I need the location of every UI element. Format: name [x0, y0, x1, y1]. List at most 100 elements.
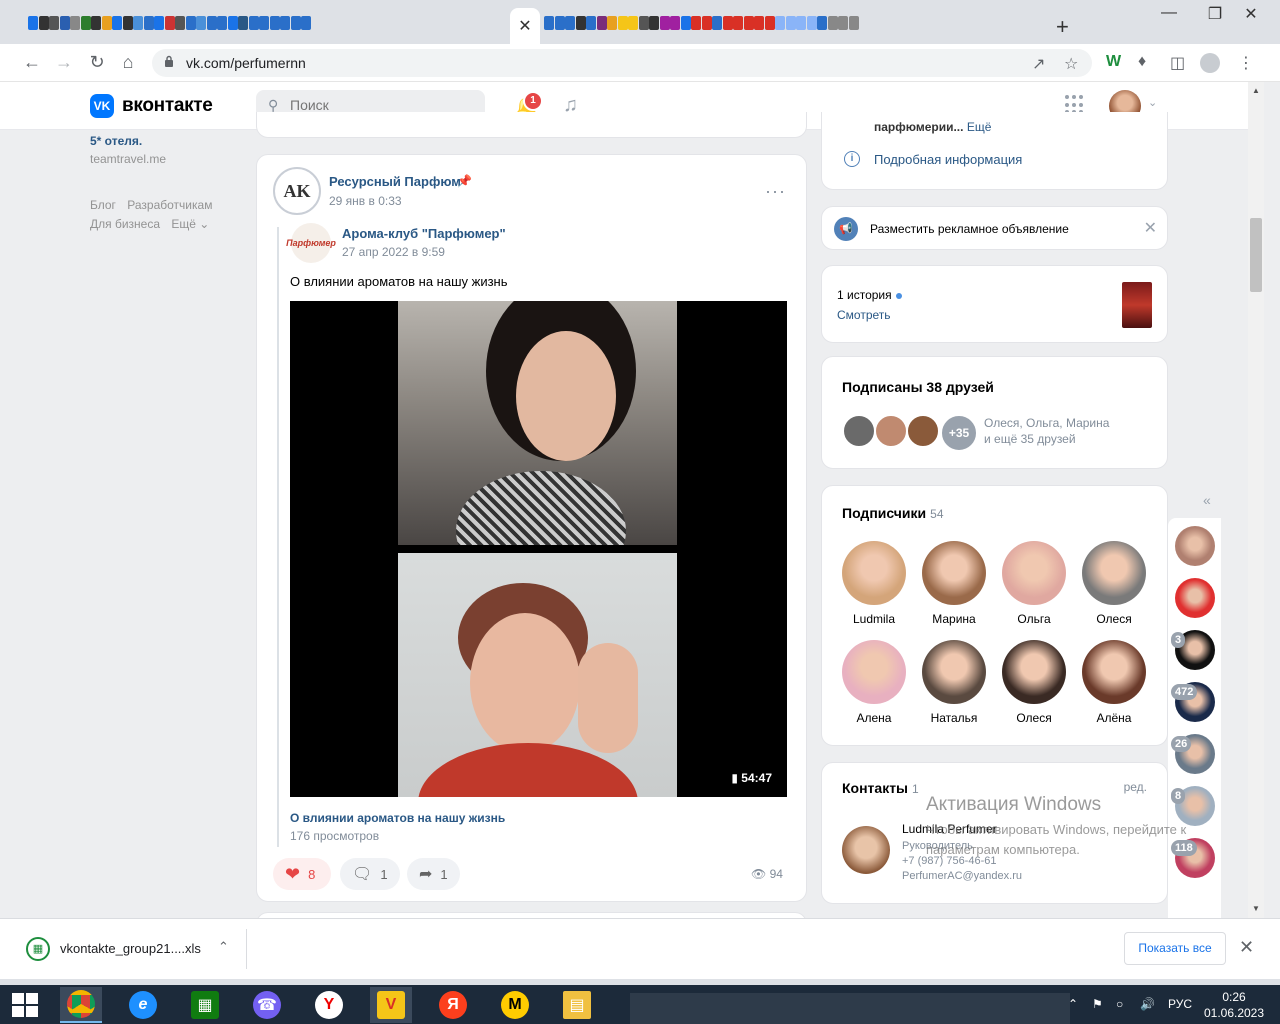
friend-avatar[interactable] [842, 414, 876, 448]
video-title-link[interactable]: О влиянии ароматов на нашу жизнь [290, 811, 505, 825]
subscriber-item[interactable]: Олеся [1074, 541, 1154, 626]
tab-favicons-right[interactable] [544, 16, 859, 38]
ad-hotel-text[interactable]: 5* отеля. [90, 134, 240, 148]
tab-favicon[interactable] [691, 16, 701, 30]
taskbar-yandex-browser[interactable]: Y [308, 987, 350, 1023]
video-player[interactable]: ▮ 54:47 [290, 301, 787, 797]
tab-favicon[interactable] [554, 16, 565, 30]
tab-favicon[interactable] [638, 16, 649, 30]
taskbar-market[interactable]: M [494, 987, 536, 1023]
close-tab-icon[interactable]: ✕ [518, 16, 531, 36]
tab-favicon[interactable] [301, 16, 311, 30]
link-developers[interactable]: Разработчикам [127, 198, 212, 212]
profile-avatar-icon[interactable] [1200, 53, 1220, 73]
contact-avatar[interactable] [842, 826, 890, 874]
tab-favicon[interactable] [80, 16, 91, 30]
tab-favicon[interactable] [217, 16, 227, 30]
share-icon[interactable]: ↗ [1032, 54, 1045, 74]
tab-favicon[interactable] [827, 16, 838, 30]
taskbar-store[interactable]: ▦ [184, 987, 226, 1023]
tab-favicon[interactable] [733, 16, 743, 30]
extensions-puzzle-icon[interactable]: ♦ [1138, 53, 1146, 71]
taskbar-app-v[interactable]: V [370, 987, 412, 1023]
contacts-edit-link[interactable]: ред. [1124, 780, 1147, 794]
tab-favicon[interactable] [817, 16, 827, 30]
close-window-icon[interactable]: ✕ [1228, 4, 1274, 24]
chevron-down-icon[interactable]: ⌄ [1148, 96, 1157, 109]
spreadsheet-file-icon[interactable]: ▦ [26, 937, 50, 961]
tab-favicon[interactable] [743, 16, 754, 30]
tab-favicon[interactable] [259, 16, 269, 30]
windows-start-icon[interactable] [12, 993, 38, 1017]
details-link[interactable]: Подробная информация [874, 152, 1022, 167]
tab-favicon[interactable] [175, 16, 185, 30]
tab-favicon[interactable] [617, 16, 628, 30]
friend-avatar[interactable] [874, 414, 908, 448]
subscriber-item[interactable]: Марина [914, 541, 994, 626]
tab-favicon[interactable] [649, 16, 659, 30]
menu-kebab-icon[interactable]: ⋮ [1238, 53, 1254, 73]
post-author-name[interactable]: Ресурсный Парфюм [329, 174, 461, 189]
chat-avatar[interactable] [1175, 526, 1215, 566]
system-clock[interactable]: 0:26 01.06.2023 [1202, 989, 1266, 1021]
subscriber-item[interactable]: Олеся [994, 640, 1074, 725]
like-button[interactable]: ❤ 8 [273, 858, 331, 890]
subscribers-title[interactable]: Подписчики 54 [842, 505, 944, 521]
tab-favicon[interactable] [806, 16, 817, 30]
description-more-link[interactable]: Ещё [967, 120, 992, 134]
tab-favicon[interactable] [185, 16, 196, 30]
subscriber-item[interactable]: Алена [834, 640, 914, 725]
tab-favicon[interactable] [785, 16, 796, 30]
tray-chevron-icon[interactable]: ⌃ [1068, 997, 1078, 1011]
tab-favicon[interactable] [670, 16, 680, 30]
search-input[interactable] [290, 97, 470, 113]
share-button[interactable]: ➦ 1 [407, 858, 460, 890]
tab-favicon[interactable] [607, 16, 617, 30]
tab-favicon[interactable] [544, 16, 554, 30]
url-text[interactable]: vk.com/perfumernn [186, 55, 306, 71]
scroll-down-icon[interactable]: ▼ [1252, 904, 1260, 913]
ad-card[interactable]: 📢 Разместить рекламное объявление ✕ [821, 206, 1168, 250]
tab-favicon[interactable] [133, 16, 143, 30]
tab-favicon[interactable] [164, 16, 175, 30]
subscriber-item[interactable]: Ludmila [834, 541, 914, 626]
stories-card[interactable]: 1 история Смотреть [821, 265, 1168, 343]
new-tab-button[interactable]: + [1056, 14, 1069, 40]
page-scrollbar[interactable]: ▲ ▼ [1248, 82, 1264, 918]
back-icon[interactable]: ← [20, 52, 44, 73]
tab-favicon[interactable] [586, 16, 596, 30]
subscriber-item[interactable]: Алёна [1074, 640, 1154, 725]
tab-favicon[interactable] [49, 16, 59, 30]
network-icon[interactable]: ○ [1116, 997, 1123, 1011]
tab-favicon[interactable] [775, 16, 785, 30]
taskbar-ie[interactable]: e [122, 987, 164, 1023]
story-thumbnail[interactable] [1122, 282, 1152, 328]
tab-favicon[interactable] [628, 16, 638, 30]
link-more[interactable]: Ещё ⌄ [171, 217, 209, 231]
download-file-name[interactable]: vkontakte_group21....xls [60, 941, 201, 956]
post-more-icon[interactable]: ··· [765, 181, 786, 202]
subscriber-item[interactable]: Наталья [914, 640, 994, 725]
repost-author-avatar[interactable]: Парфюмер [286, 223, 336, 263]
tab-favicon[interactable] [227, 16, 238, 30]
active-tab[interactable]: ✕ [510, 8, 540, 44]
tab-favicon[interactable] [154, 16, 164, 30]
reload-icon[interactable]: ↻ [85, 52, 109, 73]
tab-favicons-left[interactable] [28, 16, 312, 38]
friends-more-badge[interactable]: +35 [940, 414, 978, 452]
tab-favicon[interactable] [143, 16, 154, 30]
bookmark-star-icon[interactable]: ☆ [1064, 54, 1078, 74]
tab-favicon[interactable] [196, 16, 206, 30]
close-icon[interactable]: ✕ [1144, 218, 1157, 238]
minimize-icon[interactable]: — [1146, 4, 1192, 22]
contact-email[interactable]: PerfumerAC@yandex.ru [902, 870, 1022, 882]
vk-logo[interactable]: VK вконтакте [90, 94, 213, 118]
tab-favicon[interactable] [848, 16, 859, 30]
tab-favicon[interactable] [122, 16, 133, 30]
tab-favicon[interactable] [290, 16, 301, 30]
tab-favicon[interactable] [91, 16, 101, 30]
tab-favicon[interactable] [206, 16, 217, 30]
tab-favicon[interactable] [112, 16, 122, 30]
address-bar[interactable]: vk.com/perfumernn ↗ ☆ [152, 49, 1092, 77]
repost-author-name[interactable]: Арома-клуб "Парфюмер" [342, 226, 506, 241]
